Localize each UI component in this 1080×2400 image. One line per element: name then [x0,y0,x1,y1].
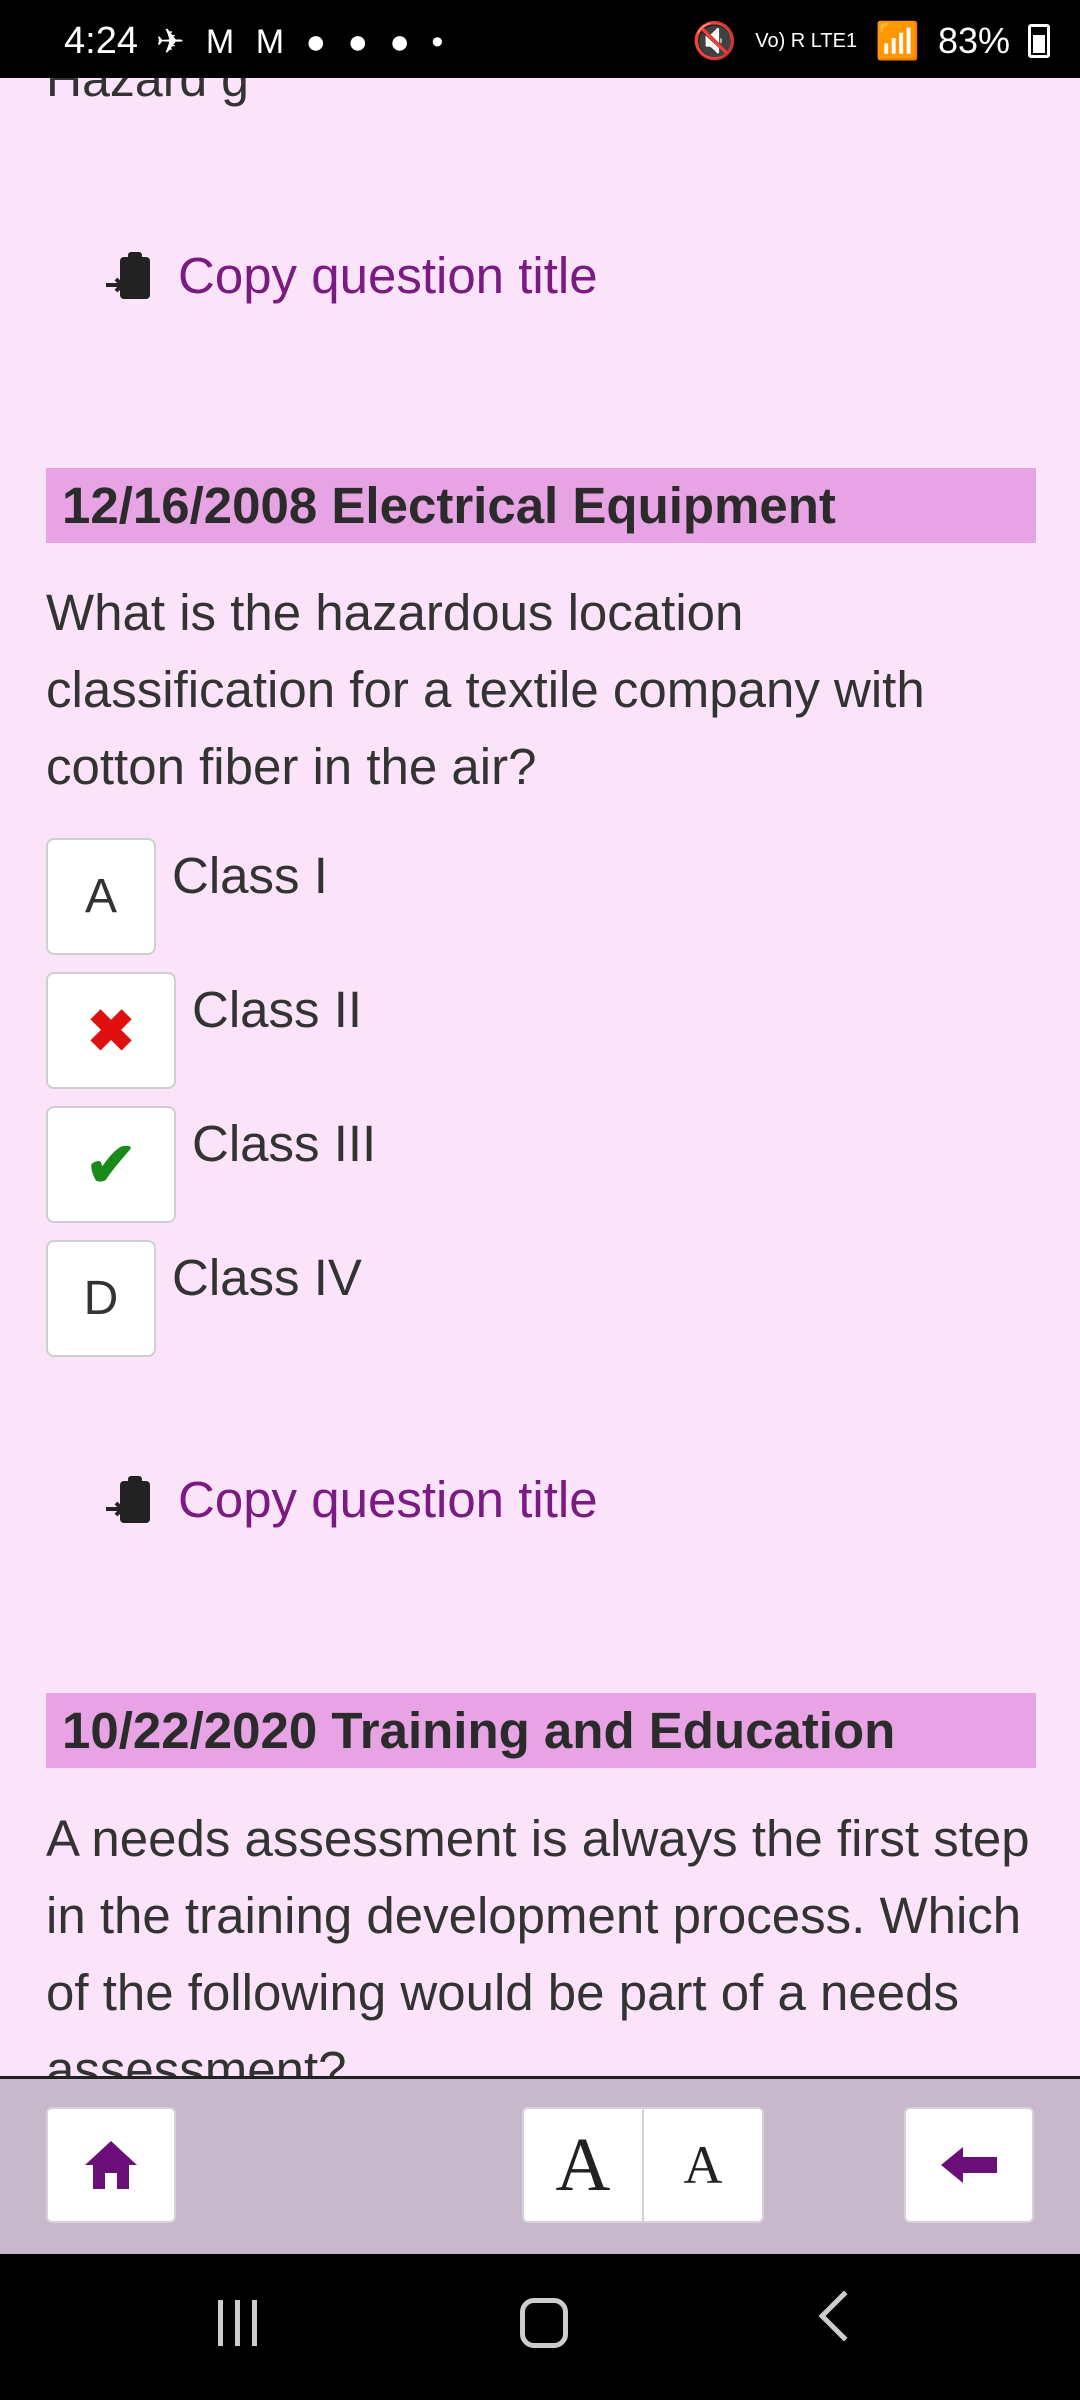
check-icon: ✔ [85,1131,137,1200]
question-text: What is the hazardous location classific… [46,584,925,795]
status-right: 🔇 Vo) R LTE1 📶 83% [692,20,1050,62]
bottom-toolbar: A A [0,2076,1080,2254]
notification-icons: ✈ M M ● ● ● • [156,23,450,61]
copy-question-title-button[interactable]: Copy question title [104,246,598,305]
home-icon [85,2141,137,2189]
answer-label: Class II [192,981,363,1038]
home-button[interactable] [46,2107,176,2223]
status-time: 4:24 [64,20,138,62]
increase-font-button[interactable]: A [524,2109,644,2221]
battery-level: 83% [937,20,1010,61]
answer-a[interactable]: A Class I [46,838,328,955]
system-back-button[interactable] [818,2290,870,2342]
back-button[interactable] [904,2107,1034,2223]
recents-icon [218,2300,223,2346]
clipboard-icon [106,1475,150,1523]
signal-icon: 📶 [875,20,920,61]
mute-icon: 🔇 [692,20,738,61]
system-home-button[interactable] [520,2298,568,2348]
answer-marker[interactable]: A [46,838,156,955]
battery-icon [1028,24,1050,58]
answer-marker[interactable]: D [46,1240,156,1357]
answer-label: Class III [192,1115,377,1172]
copy-label: Copy question title [178,247,598,304]
answer-b[interactable]: ✖ Class II [46,972,362,1089]
answer-c[interactable]: ✔ Class III [46,1106,376,1223]
copy-label: Copy question title [178,1471,598,1528]
copy-question-title-button[interactable]: Copy question title [104,1470,598,1529]
x-icon: ✖ [86,998,136,1064]
font-size-controls: A A [522,2107,764,2223]
answer-d[interactable]: D Class IV [46,1240,362,1357]
status-bar: 4:24 ✈ M M ● ● ● • 🔇 Vo) R LTE1 📶 83% [0,0,1080,78]
answer-label: Class I [172,847,328,904]
arrow-left-icon [941,2147,997,2183]
question-header: 10/22/2020 Training and Education [46,1693,1036,1768]
answer-marker-correct[interactable]: ✔ [46,1106,176,1223]
answer-marker-wrong[interactable]: ✖ [46,972,176,1089]
clipped-text: Hazard g [46,78,249,107]
answer-label: Class IV [172,1249,362,1306]
decrease-font-button[interactable]: A [644,2109,762,2221]
question-header: 12/16/2008 Electrical Equipment [46,468,1036,543]
system-nav-bar [0,2254,1080,2400]
question-text: A needs assessment is always the first s… [46,1810,1030,2076]
clipboard-icon [106,251,150,299]
recents-button[interactable] [218,2300,257,2346]
question-list[interactable]: Hazard g Copy question title 12/16/2008 … [0,78,1080,2076]
signal-text: Vo) R LTE1 [755,29,858,52]
